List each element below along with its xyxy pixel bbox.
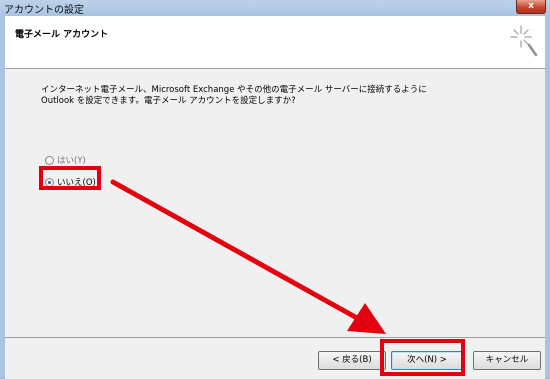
radio-option-yes[interactable]: はい(Y) [45, 154, 86, 166]
highlight-box-next-button [380, 339, 465, 376]
close-button[interactable]: x [516, 0, 546, 14]
cancel-button[interactable]: キャンセル [473, 351, 541, 370]
account-settings-dialog: アカウントの設定 x 電子メール アカウント インターネット電子メール、Micr… [0, 0, 550, 379]
highlight-box-no-option [39, 166, 101, 190]
wizard-sparkle-icon [510, 25, 538, 57]
description-text: インターネット電子メール、Microsoft Exchange やその他の電子メ… [41, 85, 521, 107]
radio-yes-circle[interactable] [45, 155, 54, 165]
title-bar: アカウントの設定 x [0, 0, 550, 16]
description-line-2: Outlook を設定できます。電子メール アカウントを設定しますか? [41, 96, 296, 106]
back-button[interactable]: < 戻る(B) [318, 351, 386, 370]
window-frame-right [545, 16, 550, 378]
wizard-header: 電子メール アカウント [5, 16, 545, 69]
radio-yes-label: はい(Y) [57, 156, 86, 166]
description-line-1: インターネット電子メール、Microsoft Exchange やその他の電子メ… [41, 85, 427, 95]
window-title: アカウントの設定 [4, 5, 84, 16]
page-title: 電子メール アカウント [15, 30, 109, 40]
wizard-content: インターネット電子メール、Microsoft Exchange やその他の電子メ… [5, 69, 545, 337]
